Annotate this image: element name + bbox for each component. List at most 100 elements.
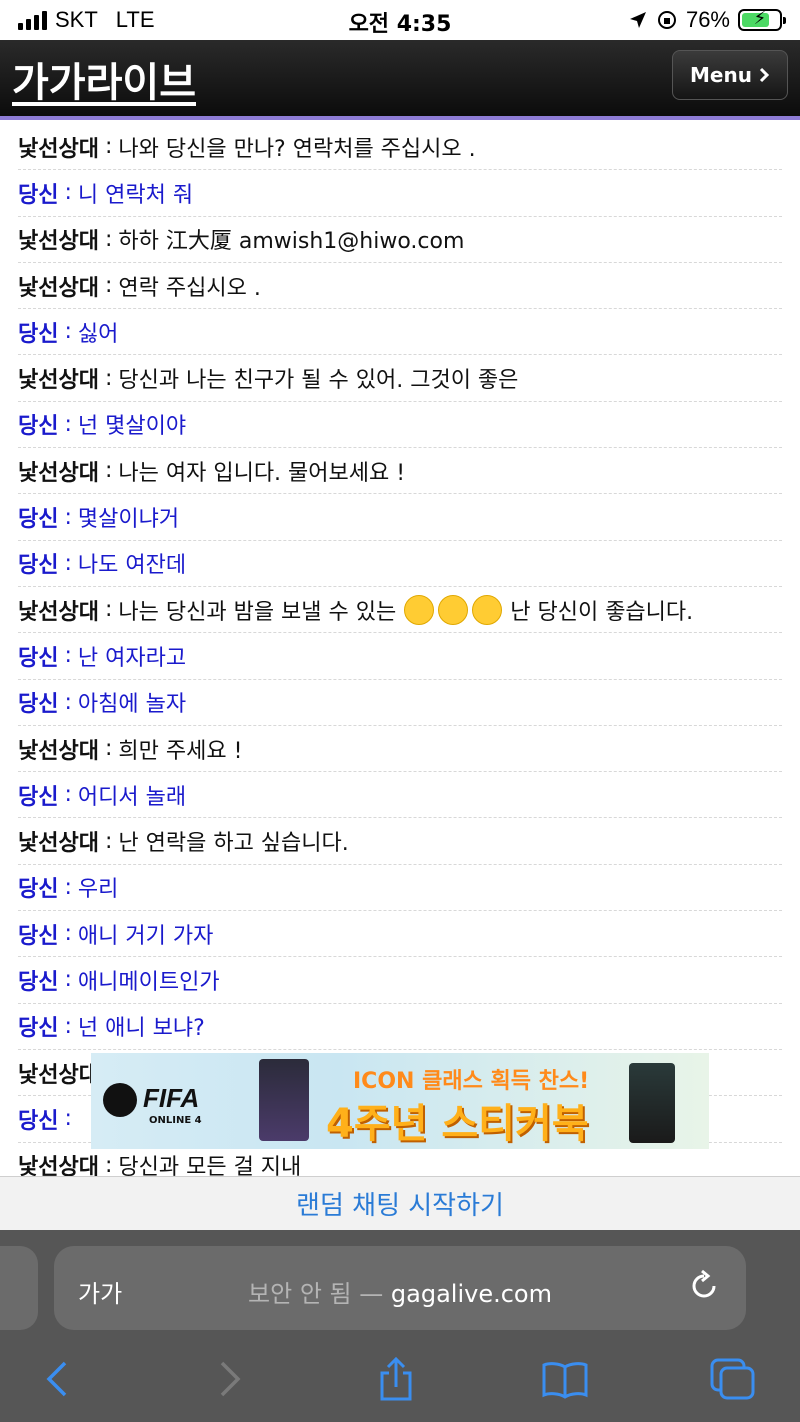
forward-button[interactable] <box>205 1354 255 1404</box>
bookmarks-button[interactable] <box>540 1354 590 1404</box>
speaker-you: 당신 <box>18 507 59 533</box>
previous-tab-peek[interactable] <box>0 1246 38 1330</box>
emoji-icon <box>472 594 503 625</box>
speaker-separator: : <box>64 180 72 206</box>
speaker-separator: : <box>104 226 113 252</box>
ea-logo-icon <box>103 1083 137 1117</box>
forward-icon <box>220 1361 241 1397</box>
speaker-separator: : <box>64 967 72 993</box>
message-text: 우리 <box>77 877 119 903</box>
message-text: 아침에 놀자 <box>77 692 187 718</box>
message-text: 나도 여잔데 <box>77 553 187 579</box>
speaker-stranger: 낯선상대 <box>18 136 99 162</box>
ad-brand: FIFA <box>143 1083 200 1113</box>
chat-line: 낯선상대: 난 연락을 하고 싶습니다. <box>18 818 782 865</box>
speaker-separator: : <box>64 921 72 947</box>
browser-bottom-bar: 가가 보안 안 됨 — gagalive.com <box>0 1230 800 1422</box>
speaker-separator: : <box>64 643 72 669</box>
random-chat-bar: 랜덤 채팅 시작하기 <box>0 1176 800 1230</box>
player-card-image <box>259 1059 309 1141</box>
back-icon <box>46 1361 67 1397</box>
chat-line: 낯선상대: 나는 당신과 밤을 보낼 수 있는 난 당신이 좋습니다. <box>18 587 782 634</box>
emoji-icon <box>404 594 435 625</box>
speaker-stranger: 낯선상대 <box>18 229 99 255</box>
site-header: 가가라이브 Menu <box>0 40 800 120</box>
message-text: 나는 당신과 밤을 보낼 수 있는 <box>118 599 397 625</box>
url-domain: gagalive.com <box>390 1280 552 1308</box>
speaker-separator: : <box>64 874 72 900</box>
speaker-you: 당신 <box>18 553 59 579</box>
speaker-separator: : <box>64 550 72 576</box>
back-button[interactable] <box>32 1354 82 1404</box>
chat-line: 당신: 아침에 놀자 <box>18 680 782 726</box>
menu-button-label: Menu <box>690 63 752 87</box>
speaker-you: 당신 <box>18 692 59 718</box>
chat-line: 낯선상대: 하하 江大厦 amwish1@hiwo.com <box>18 217 782 263</box>
url-display[interactable]: 보안 안 됨 — gagalive.com <box>54 1274 746 1309</box>
message-text: 애니메이트인가 <box>77 969 220 995</box>
chat-line: 당신: 넌 애니 보냐? <box>18 1004 782 1050</box>
speaker-you: 당신 <box>18 182 59 208</box>
chat-line: 낯선상대: 희만 주세요 ! <box>18 726 782 773</box>
message-text: 넌 애니 보냐? <box>77 1016 205 1042</box>
chat-line: 당신: 어디서 놀래 <box>18 772 782 819</box>
message-text: 니 연락처 줘 <box>77 182 194 208</box>
chat-line: 낯선상대: 당신과 나는 친구가 될 수 있어. 그것이 좋은 <box>18 355 782 402</box>
message-text: 어디서 놀래 <box>77 784 187 810</box>
address-bar[interactable]: 가가 보안 안 됨 — gagalive.com <box>54 1246 746 1330</box>
message-text: 당신과 나는 친구가 될 수 있어. 그것이 좋은 <box>118 368 519 394</box>
speaker-separator: : <box>104 828 113 854</box>
browser-toolbar <box>0 1342 800 1422</box>
speaker-you: 당신 <box>18 414 59 440</box>
location-arrow-icon <box>629 12 646 28</box>
speaker-you: 당신 <box>18 645 59 671</box>
chat-line: 낯선상대: 나와 당신을 만나? 연락처를 주십시오 . <box>18 124 782 171</box>
speaker-separator: : <box>104 597 113 623</box>
speaker-separator: : <box>64 1013 72 1039</box>
site-logo[interactable]: 가가라이브 <box>12 50 196 108</box>
speaker-separator: : <box>104 134 113 160</box>
speaker-separator: : <box>64 319 72 345</box>
speaker-separator: : <box>104 365 113 391</box>
chat-line: 당신: 몇살이냐거 <box>18 494 782 541</box>
orientation-lock-icon <box>657 11 676 29</box>
status-right: 76% ⚡ <box>628 6 786 34</box>
speaker-stranger: 낯선상대 <box>18 368 99 394</box>
message-text: 희만 주세요 ! <box>118 738 243 764</box>
tabs-button[interactable] <box>708 1354 758 1404</box>
chat-line: 당신: 난 여자라고 <box>18 633 782 680</box>
message-text: 하하 江大厦 amwish1@hiwo.com <box>118 229 465 255</box>
emoji-icon <box>438 594 469 625</box>
chat-line: 당신: 넌 몇살이야 <box>18 402 782 449</box>
speaker-separator: : <box>104 273 113 299</box>
jersey-card-image <box>629 1063 675 1143</box>
chat-line: 낯선상대: 연락 주십시오 . <box>18 263 782 310</box>
chat-line: 당신: 니 연락처 줘 <box>18 170 782 217</box>
chat-log[interactable]: 낯선상대: 나와 당신을 만나? 연락처를 주십시오 . 당신: 니 연락처 줘 낯선상… <box>0 124 800 1176</box>
battery-icon: ⚡ <box>738 8 786 31</box>
speaker-you: 당신 <box>18 1016 59 1042</box>
chat-line: 낯선상대: 나는 여자 입니다. 물어보세요 ! <box>18 448 782 495</box>
message-text: 몇살이냐거 <box>77 507 180 533</box>
share-button[interactable] <box>371 1354 421 1404</box>
speaker-separator: : <box>64 411 72 437</box>
message-text: 애니 거기 가자 <box>77 923 214 949</box>
insecure-label: 보안 안 됨 — <box>248 1280 384 1308</box>
charging-bolt-icon: ⚡ <box>753 8 767 29</box>
status-bar: SKT LTE 오전 4:35 76% ⚡ <box>0 0 800 40</box>
speaker-separator: : <box>64 1106 72 1132</box>
speaker-you: 당신 <box>18 784 59 810</box>
chat-line: 당신: 나도 여잔데 <box>18 541 782 587</box>
speaker-separator: : <box>104 1152 113 1176</box>
speaker-separator: : <box>104 736 113 761</box>
ad-title: 4주년 스티커북 <box>326 1101 589 1147</box>
message-text: 나는 여자 입니다. 물어보세요 ! <box>118 460 406 486</box>
reload-icon[interactable] <box>686 1268 722 1304</box>
random-chat-start-link[interactable]: 랜덤 채팅 시작하기 <box>296 1185 504 1222</box>
speaker-stranger: 낯선상대 <box>18 738 99 764</box>
tabs-icon <box>710 1358 755 1400</box>
speaker-stranger: 낯선상대 <box>18 599 99 625</box>
ad-banner[interactable]: FIFA ONLINE 4 ICON 클래스 획득 찬스! 4주년 스티커북 <box>91 1053 709 1149</box>
speaker-stranger: 낯선상대 <box>18 1155 99 1176</box>
menu-button[interactable]: Menu <box>672 50 788 100</box>
